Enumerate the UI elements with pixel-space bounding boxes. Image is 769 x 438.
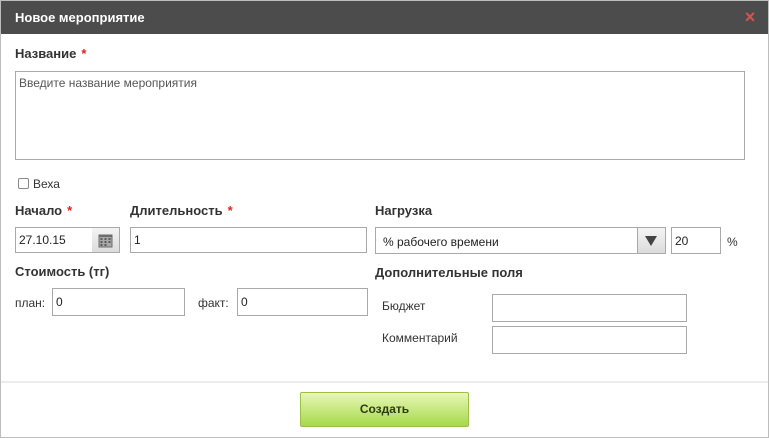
required-mark: * [227,203,233,218]
budget-input[interactable] [492,294,687,322]
dialog-titlebar: Новое мероприятие × [1,1,768,34]
start-label-text: Начало [15,203,63,218]
load-percent-input[interactable] [671,227,721,254]
calendar-icon [98,234,113,248]
start-label: Начало * [15,203,72,218]
dialog-title: Новое мероприятие [15,10,145,25]
dropdown-button[interactable] [637,228,665,253]
load-label: Нагрузка [375,203,433,218]
percent-unit: % [727,235,738,249]
plan-label: план: [15,296,46,310]
comment-label: Комментарий [382,331,458,345]
fact-label: факт: [198,296,229,310]
budget-label: Бюджет [382,299,426,313]
fact-cost-input[interactable] [237,288,368,316]
load-type-value: % рабочего времени [383,235,499,249]
create-button[interactable]: Создать [300,392,469,427]
milestone-checkbox[interactable] [18,178,29,189]
comment-input[interactable] [492,326,687,354]
duration-label: Длительность * [130,203,233,218]
extra-fields-label: Дополнительные поля [375,265,523,280]
new-activity-dialog: Новое мероприятие × Название * Веха Начал… [0,0,769,438]
name-label-text: Название [15,46,77,61]
cost-label: Стоимость (тг) [15,264,110,279]
name-input[interactable] [15,71,745,160]
calendar-button[interactable] [92,227,120,253]
name-label: Название * [15,46,86,61]
duration-input[interactable] [130,227,367,253]
start-date-input[interactable] [15,227,93,253]
load-type-select[interactable]: % рабочего времени [375,227,666,254]
close-icon[interactable]: × [741,7,759,27]
milestone-label: Веха [33,177,60,191]
required-mark: * [81,46,87,61]
footer-divider [1,381,768,383]
duration-label-text: Длительность [130,203,223,218]
chevron-down-icon [645,236,657,246]
plan-cost-input[interactable] [52,288,185,316]
required-mark: * [67,203,73,218]
